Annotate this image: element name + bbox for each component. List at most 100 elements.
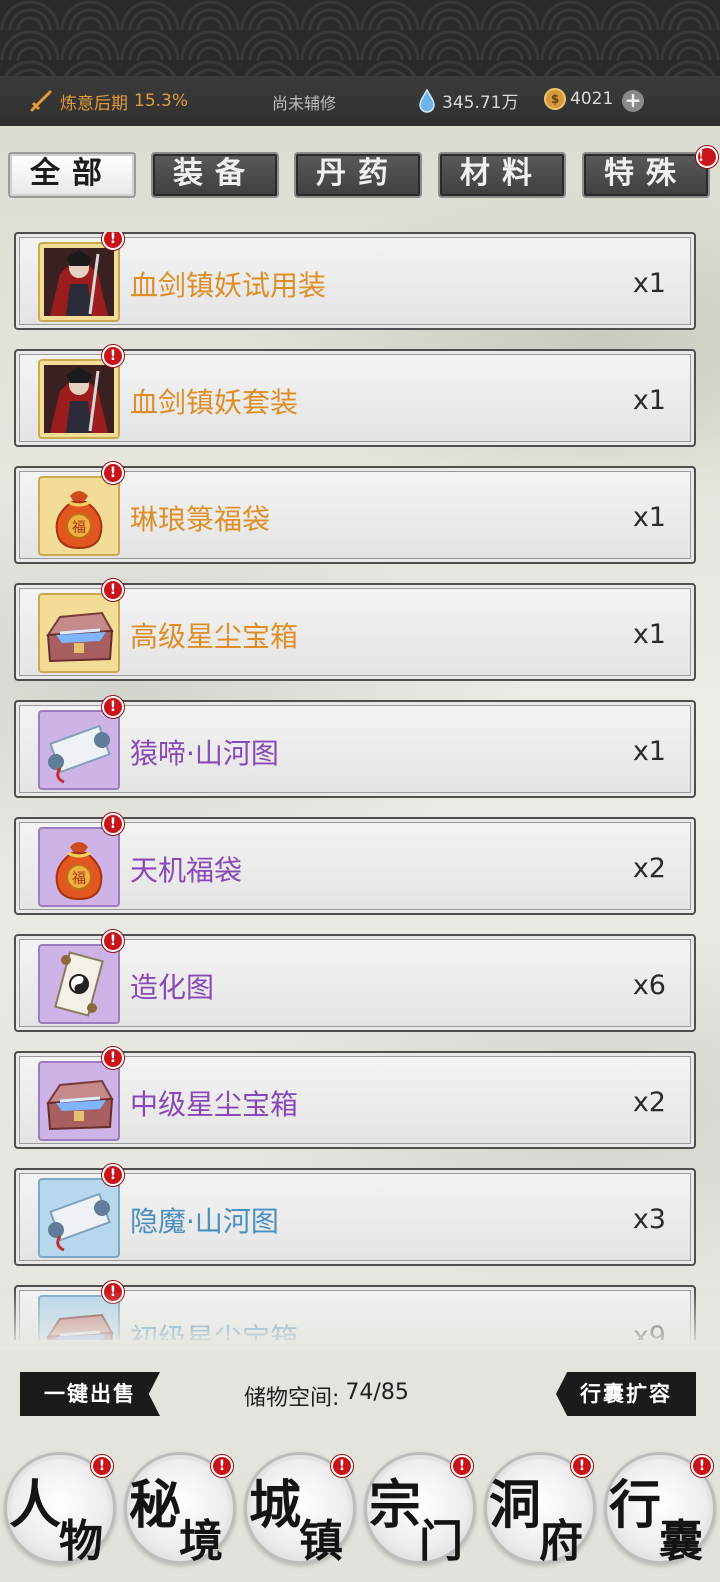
alert-badge: !: [102, 345, 124, 367]
nav-label-char2: 境: [179, 1516, 223, 1567]
tab-special[interactable]: 特殊 !: [582, 146, 718, 198]
tab-label: 丹药: [316, 156, 400, 191]
nav-label-char2: 镇: [299, 1516, 343, 1567]
item-icon-frame: [38, 1061, 120, 1141]
nav-label-char2: 府: [539, 1516, 583, 1567]
inventory-item[interactable]: ! 高级星尘宝箱 x1: [14, 579, 696, 681]
alert-badge: !: [102, 930, 124, 952]
inventory-list[interactable]: ! 血剑镇妖试用装 x1! 血剑镇妖套装 x1 福! 琳琅箓福袋 x1! 高级星尘宝箱 x1! 猿啼…: [14, 232, 696, 1340]
nav-character-button[interactable]: 人物!: [4, 1452, 116, 1567]
coin-icon: $: [544, 88, 566, 110]
item-name: 中级星尘宝箱: [130, 1088, 299, 1121]
svg-text:福: 福: [72, 871, 86, 887]
list-fade: [0, 1290, 720, 1350]
item-quantity: x1: [632, 619, 666, 650]
add-currency-button[interactable]: +: [622, 90, 644, 112]
inventory-item[interactable]: ! 隐魔·山河图 x3: [14, 1164, 696, 1266]
inventory-item[interactable]: 福! 天机福袋 x2: [14, 813, 696, 915]
inventory-item[interactable]: ! 造化图 x6: [14, 930, 696, 1032]
item-name: 血剑镇妖套装: [130, 386, 299, 419]
item-name: 琳琅箓福袋: [130, 503, 271, 536]
inventory-item[interactable]: ! 血剑镇妖套装 x1: [14, 345, 696, 447]
inventory-item[interactable]: ! 血剑镇妖试用装 x1: [14, 232, 696, 330]
item-icon-frame: [38, 593, 120, 673]
tab-all[interactable]: 全部: [8, 152, 136, 198]
tab-pills[interactable]: 丹药: [294, 152, 422, 198]
item-quantity: x1: [632, 502, 666, 533]
nav-label-char1: 秘: [129, 1475, 182, 1536]
alert-badge: !: [691, 1455, 713, 1477]
treasure-chest-icon: [40, 595, 118, 671]
scroll-icon: [40, 1180, 118, 1256]
nav-label-char2: 物: [59, 1516, 103, 1567]
tab-label: 全部: [30, 156, 114, 191]
tab-label: 装备: [173, 156, 257, 191]
storage-capacity: 储物空间: 74/85: [244, 1380, 409, 1412]
spirit-stone-counter: 345.71万: [418, 88, 518, 113]
alert-badge: !: [102, 462, 124, 484]
item-quantity: x1: [632, 268, 666, 299]
alert-badge: !: [102, 579, 124, 601]
nav-town-button[interactable]: 城镇!: [244, 1452, 356, 1567]
alert-badge: !: [571, 1455, 593, 1477]
nav-label-char2: 囊: [659, 1516, 703, 1567]
item-icon-frame: [38, 944, 120, 1024]
item-name: 高级星尘宝箱: [130, 620, 299, 653]
nav-sect-button[interactable]: 宗门!: [364, 1452, 476, 1567]
yinyang-scroll-icon: [40, 946, 118, 1022]
assist-status[interactable]: 尚未辅修: [272, 90, 336, 114]
item-name: 造化图: [130, 971, 215, 1004]
nav-label-char1: 洞: [489, 1475, 542, 1536]
inventory-item[interactable]: 福! 琳琅箓福袋 x1: [14, 462, 696, 564]
inventory-item[interactable]: ! 中级星尘宝箱 x2: [14, 1047, 696, 1149]
item-icon-frame: 福: [38, 827, 120, 907]
nav-label-char1: 宗: [369, 1475, 422, 1536]
top-wave-banner: [0, 0, 720, 76]
nav-bag-button[interactable]: 行囊!: [604, 1452, 716, 1567]
sell-all-button[interactable]: 一键出售: [20, 1372, 160, 1416]
tab-label: 材料: [460, 156, 544, 191]
storage-label: 储物空间:: [244, 1386, 340, 1411]
spirit-stone-value: 345.71万: [442, 93, 519, 113]
item-quantity: x6: [632, 970, 666, 1001]
category-tabs: 全部 装备 丹药 材料 特殊 !: [8, 146, 718, 198]
nav-label-char1: 行: [609, 1475, 662, 1536]
scroll-icon: [40, 712, 118, 788]
nav-label-char1: 人: [9, 1475, 62, 1536]
spirit-stone-icon: [419, 88, 435, 113]
fortune-bag-icon: 福: [40, 478, 118, 554]
fortune-bag-icon: 福: [40, 829, 118, 905]
alert-badge: !: [102, 1164, 124, 1186]
nav-secret-realm-button[interactable]: 秘境!: [124, 1452, 236, 1567]
alert-badge: !: [102, 696, 124, 718]
inventory-item[interactable]: ! 猿啼·山河图 x1: [14, 696, 696, 798]
alert-badge: !: [102, 1047, 124, 1069]
item-name: 天机福袋: [130, 854, 243, 887]
item-quantity: x1: [632, 736, 666, 767]
warrior-portrait-icon: [40, 361, 118, 437]
status-bar: 炼意后期 15.3% 尚未辅修 345.71万 $ 4021 +: [0, 76, 720, 126]
item-icon-frame: 福: [38, 476, 120, 556]
alert-badge: !: [102, 232, 124, 250]
item-icon-frame: [38, 242, 120, 322]
tab-equipment[interactable]: 装备: [151, 152, 279, 198]
tab-materials[interactable]: 材料: [438, 152, 566, 198]
nav-label-char2: 门: [419, 1516, 463, 1567]
expand-bag-button[interactable]: 行囊扩容: [556, 1372, 696, 1416]
nav-label-char1: 城: [249, 1475, 302, 1536]
storage-value: 74/85: [345, 1380, 409, 1405]
item-name: 隐魔·山河图: [130, 1205, 279, 1238]
treasure-chest-icon: [40, 1063, 118, 1139]
item-icon-frame: [38, 1178, 120, 1258]
item-icon-frame: [38, 359, 120, 439]
item-quantity: x2: [632, 1087, 666, 1118]
realm-indicator[interactable]: 炼意后期 15.3%: [28, 88, 188, 114]
alert-badge: !: [331, 1455, 353, 1477]
svg-text:福: 福: [72, 520, 86, 536]
alert-badge: !: [211, 1455, 233, 1477]
warrior-portrait-icon: [40, 244, 118, 320]
item-quantity: x2: [632, 853, 666, 884]
nav-cave-button[interactable]: 洞府!: [484, 1452, 596, 1567]
realm-name: 炼意后期: [60, 93, 128, 114]
alert-badge: !: [451, 1455, 473, 1477]
